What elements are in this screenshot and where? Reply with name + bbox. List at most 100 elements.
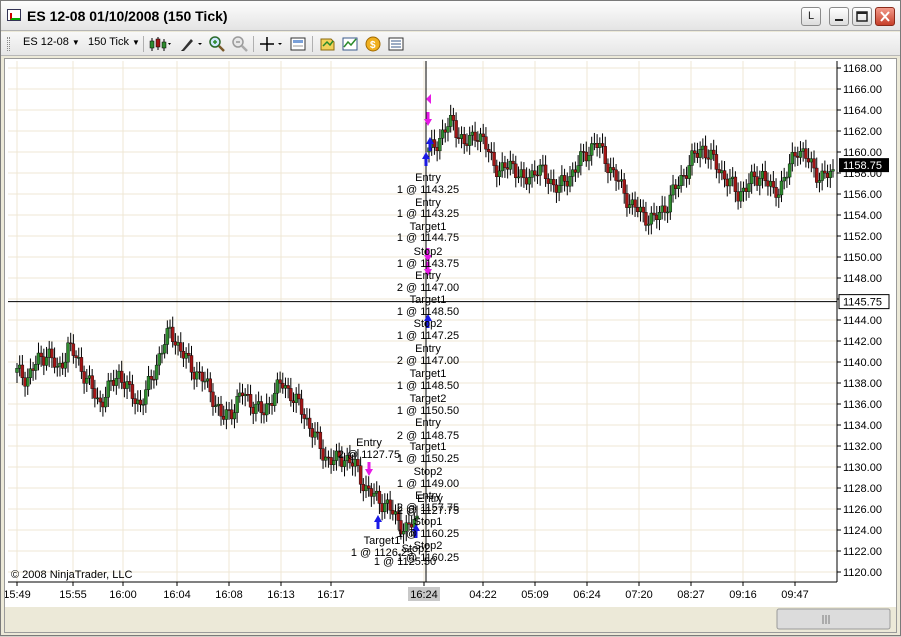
candle-body [454, 120, 458, 138]
trade-label: 1 @ 1148.50 [397, 306, 459, 318]
toolbar-separator [143, 36, 144, 52]
trade-label: 1 @ 1150.25 [397, 453, 459, 465]
candle-body [603, 146, 607, 164]
trade-label: Entry [415, 490, 441, 502]
trade-label: 1 @ 1160.25 [397, 552, 459, 564]
chart-style-icon[interactable] [149, 36, 171, 52]
candle-body [614, 169, 618, 181]
x-tick-label: 16:17 [317, 589, 345, 601]
candle-body [114, 378, 119, 386]
candle-body [484, 136, 488, 150]
y-tick-label: 1156.00 [843, 189, 882, 201]
chart-panel[interactable]: 1168.00 1166.00 1164.00 1162.00 1160.00 1158.… [3, 58, 897, 633]
candle-body [817, 180, 822, 183]
trade-label: Entry [415, 417, 441, 429]
y-tick-label: 1138.00 [843, 378, 882, 390]
y-tick-label: 1136.00 [843, 399, 882, 411]
candle-body [503, 162, 507, 168]
toolbar-separator [253, 36, 254, 52]
candle-body [273, 392, 277, 406]
drawing-tool-icon[interactable] [179, 36, 203, 52]
candle-body [511, 160, 515, 165]
candle-body [481, 133, 485, 137]
crosshair-icon[interactable] [259, 36, 283, 52]
price-chart[interactable]: 1168.00 1166.00 1164.00 1162.00 1160.001158.… [3, 59, 896, 632]
trade-label: Stop2 [414, 246, 443, 258]
candle-body [752, 171, 757, 177]
candle-body [763, 171, 767, 182]
minimize-button[interactable] [829, 7, 849, 26]
x-tick-label: 06:24 [573, 589, 601, 601]
candle-body [679, 175, 683, 186]
candle-body [739, 191, 743, 202]
y-tick-label: 1160.00 [843, 147, 882, 159]
y-tick-label: 1142.00 [843, 336, 882, 348]
candle-body [189, 355, 194, 373]
title-bar[interactable]: ES 12-08 01/10/2008 (150 Tick) L [1, 1, 900, 31]
link-button[interactable]: L [801, 7, 821, 26]
candle-body [44, 357, 49, 366]
zoom-in-icon[interactable] [209, 36, 225, 52]
last-price-label: 1158.75 [843, 160, 882, 172]
toolbar-separator [312, 36, 313, 52]
candle-body [587, 155, 591, 162]
candle-body [20, 364, 25, 379]
trade-label: 2 @ 1147.00 [397, 282, 459, 294]
chart-window: ES 12-08 01/10/2008 (150 Tick) L ES 12-0… [0, 0, 901, 636]
order-icon[interactable]: $ [365, 36, 381, 52]
candle-body [259, 401, 263, 414]
trade-label: Target1 [410, 368, 447, 380]
candle-body [332, 460, 336, 465]
y-tick-label: 1148.00 [843, 273, 882, 285]
candle-body [383, 503, 387, 513]
scrollbar-track[interactable] [5, 607, 896, 632]
close-button[interactable] [875, 7, 895, 26]
y-tick-label: 1126.00 [843, 504, 882, 516]
chart-toolbar: ES 12-08 ▼ 150 Tick ▼ $ [1, 32, 900, 56]
candle-body [106, 380, 110, 398]
x-tick-label: 09:16 [729, 589, 757, 601]
trade-label: 1 @ 1143.75 [397, 258, 459, 270]
y-tick-label: 1130.00 [843, 462, 882, 474]
candle-body [90, 375, 94, 389]
candle-body [297, 393, 301, 400]
candle-body [543, 164, 548, 179]
candle-body [224, 409, 229, 420]
y-tick-label: 1168.00 [843, 63, 882, 75]
horizontal-scrollbar[interactable] [5, 607, 896, 632]
candle-body [200, 371, 204, 382]
properties-icon[interactable] [388, 36, 404, 52]
candle-body [278, 379, 282, 384]
candle-body [462, 134, 466, 145]
zoom-out-icon[interactable] [232, 36, 248, 52]
candle-body [698, 149, 702, 158]
x-tick-label: 16:08 [215, 589, 243, 601]
indicator-icon[interactable] [342, 36, 358, 52]
interval-dropdown[interactable]: 150 Tick ▼ [88, 36, 140, 48]
candle-body [703, 145, 708, 159]
x-tick-label: 07:20 [625, 589, 653, 601]
candle-body [714, 154, 719, 170]
candle-body [657, 211, 662, 220]
maximize-button[interactable] [852, 7, 872, 26]
x-tick-label: 16:13 [267, 589, 295, 601]
candle-body [144, 389, 148, 405]
candle-body [71, 343, 76, 356]
trade-label: Entry [356, 437, 382, 449]
scrollbar-thumb[interactable] [776, 608, 891, 630]
candle-body [208, 378, 212, 393]
strategy-icon[interactable] [319, 36, 335, 52]
instrument-dropdown[interactable]: ES 12-08 ▼ [23, 36, 80, 48]
candle-body [633, 199, 637, 208]
svg-text:$: $ [370, 40, 376, 51]
candle-body [652, 212, 656, 216]
candle-body [232, 412, 237, 420]
x-tick-label: 04:22 [469, 589, 497, 601]
candle-body [219, 403, 223, 417]
y-tick-label: 1120.00 [843, 567, 882, 579]
candle-body [552, 179, 556, 186]
trade-label: Entry [415, 270, 441, 282]
trade-label: 2 @ 1147.00 [397, 355, 459, 367]
toolbar-grip[interactable] [7, 37, 10, 51]
data-box-icon[interactable] [290, 36, 306, 52]
